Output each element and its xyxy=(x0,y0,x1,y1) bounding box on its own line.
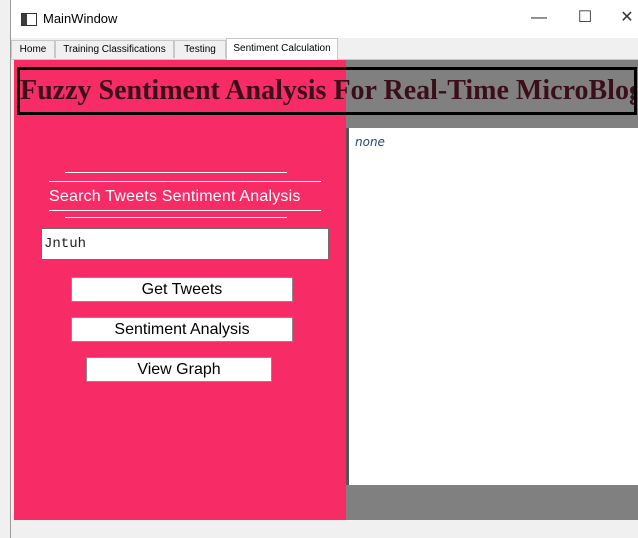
tab-testing[interactable]: Testing xyxy=(174,40,226,58)
tab-home[interactable]: Home xyxy=(11,40,55,58)
tab-content: Search Tweets Sentiment Analysis Get Twe… xyxy=(14,60,638,520)
sentiment-analysis-button[interactable]: Sentiment Analysis xyxy=(71,317,293,342)
decorative-line-bottom-2 xyxy=(65,217,287,218)
decorative-line-top xyxy=(65,172,287,173)
gray-footer-area xyxy=(346,485,638,520)
decorative-line-bottom xyxy=(49,210,321,211)
close-icon[interactable]: ✕ xyxy=(607,5,638,31)
tab-bar: Home Training Classifications Testing Se… xyxy=(11,38,638,60)
section-title: Search Tweets Sentiment Analysis xyxy=(49,188,301,205)
main-window: MainWindow — ☐ ✕ Home Training Classific… xyxy=(10,0,638,538)
window-title: MainWindow xyxy=(43,11,118,26)
minimize-icon[interactable]: — xyxy=(519,5,559,31)
app-window-icon xyxy=(21,13,37,26)
tab-sentiment-calculation[interactable]: Sentiment Calculation xyxy=(226,38,338,60)
status-bar xyxy=(11,520,638,538)
output-text-area[interactable]: none xyxy=(346,128,638,485)
title-bar[interactable]: MainWindow — ☐ ✕ xyxy=(11,0,638,38)
output-text: none xyxy=(355,135,385,149)
maximize-icon[interactable]: ☐ xyxy=(565,5,605,31)
get-tweets-button[interactable]: Get Tweets xyxy=(71,277,293,302)
decorative-line-top-2 xyxy=(49,181,321,182)
page-title: Fuzzy Sentiment Analysis For Real-Time M… xyxy=(17,67,637,115)
view-graph-button[interactable]: View Graph xyxy=(86,357,272,382)
search-input[interactable] xyxy=(41,228,329,260)
tab-training-classifications[interactable]: Training Classifications xyxy=(55,40,174,58)
search-panel: Search Tweets Sentiment Analysis Get Twe… xyxy=(14,60,346,520)
